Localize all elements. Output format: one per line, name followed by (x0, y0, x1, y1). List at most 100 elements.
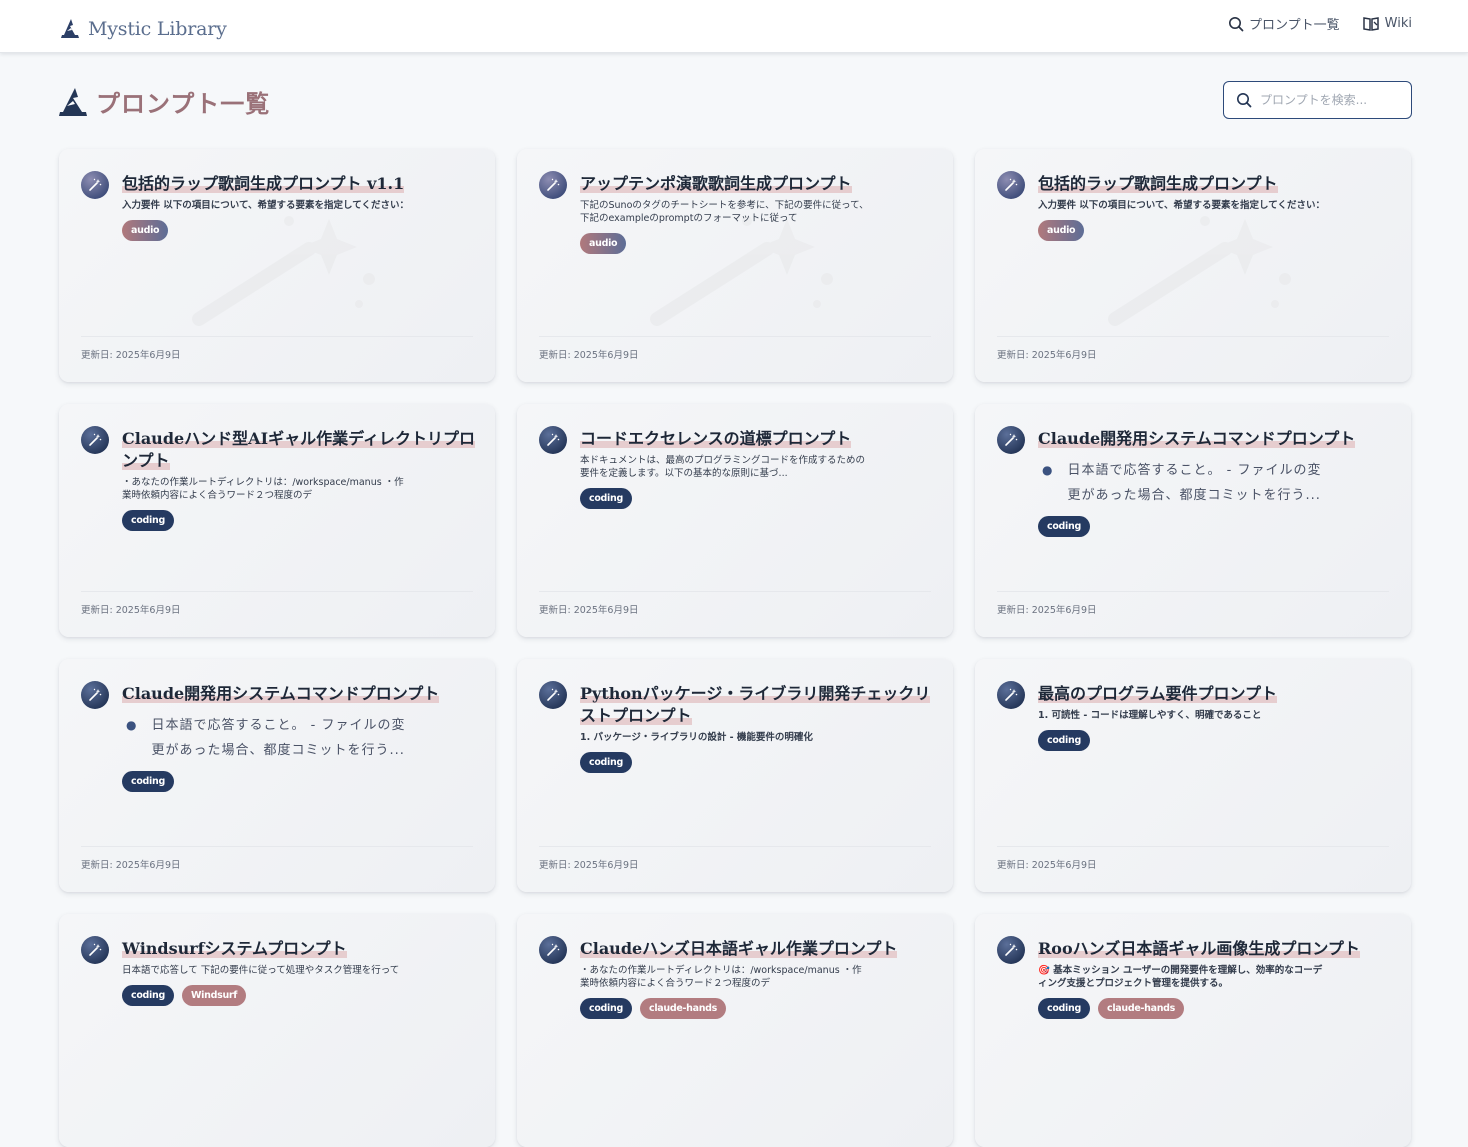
card-wand-badge (539, 681, 567, 709)
card-title[interactable]: Windsurfシステムプロンプト (122, 939, 347, 958)
nav-prompt-list[interactable]: プロンプト一覧 (1228, 14, 1340, 33)
card-description: 1. パッケージ・ライブラリの設計 - 機能要件の明確化 (580, 732, 813, 743)
tag-badge[interactable]: coding (580, 488, 632, 509)
card-wand-badge (997, 936, 1025, 964)
card-updated-date: 更新日: 2025年6月9日 (81, 591, 473, 616)
card-title[interactable]: Claude開発用システムコマンドプロンプト (122, 684, 440, 703)
card-description: 入力要件 以下の項目について、希望する要素を指定してください： (1038, 200, 1325, 211)
card-tags: coding (122, 771, 477, 792)
card-title[interactable]: コードエクセレンスの道標プロンプト (580, 429, 852, 448)
card-title[interactable]: Pythonパッケージ・ライブラリ開発チェックリストプロンプト (580, 684, 931, 725)
card-tags: coding claude-hands (1038, 998, 1393, 1019)
tag-badge[interactable]: coding (1038, 730, 1090, 751)
prompt-card[interactable]: Windsurfシステムプロンプト日本語で応答して 下記の要件に従って処理やタス… (59, 914, 495, 1147)
tag-badge[interactable]: claude-hands (1097, 998, 1185, 1019)
card-description: 下記のSunoのタグのチートシートを参考に、下記の要件に従って、下記のexamp… (580, 200, 869, 224)
card-title[interactable]: 最高のプログラム要件プロンプト (1038, 684, 1278, 703)
prompt-card[interactable]: アップテンポ演歌歌詞生成プロンプト下記のSunoのタグのチートシートを参考に、下… (517, 149, 953, 382)
card-body: Windsurfシステムプロンプト日本語で応答して 下記の要件に従って処理やタス… (122, 938, 477, 1006)
card-description: 1. 可読性 - コードは理解しやすく、明確であること (1038, 710, 1262, 721)
card-body: Claudeハンズ日本語ギャル作業プロンプト ・あなたの作業ルートディレクトリは：… (580, 938, 935, 1019)
magic-wand-icon (547, 688, 560, 701)
card-description: ● 日本語で応答すること。 - ファイルの変更があった場合、都度コミットを行う..… (122, 713, 412, 763)
magic-wand-icon (547, 178, 560, 191)
nav-wiki[interactable]: Wiki (1362, 16, 1412, 32)
tag-badge[interactable]: coding (122, 510, 174, 531)
card-title[interactable]: Claude開発用システムコマンドプロンプト (1038, 429, 1356, 448)
magic-wand-icon (89, 178, 102, 191)
card-wand-badge (539, 426, 567, 454)
page-heading: プロンプト一覧 (58, 84, 270, 119)
card-tags: coding (580, 752, 935, 773)
card-title[interactable]: 包括的ラップ歌詞生成プロンプト (1038, 174, 1278, 193)
prompt-card[interactable]: 最高のプログラム要件プロンプト 1. 可読性 - コードは理解しやすく、明確である… (975, 659, 1411, 892)
search-icon (1229, 16, 1244, 31)
wizard-hat-icon (59, 87, 87, 116)
card-wand-badge (81, 426, 109, 454)
tag-badge[interactable]: audio (1038, 220, 1085, 241)
card-description: ● 日本語で応答すること。 - ファイルの変更があった場合、都度コミットを行う..… (1038, 458, 1328, 508)
magic-wand-icon (1005, 688, 1018, 701)
card-title[interactable]: Rooハンズ日本語ギャル画像生成プロンプト (1038, 939, 1360, 958)
magic-wand-icon (89, 688, 102, 701)
card-tags: coding Windsurf (122, 985, 477, 1006)
card-updated-date: 更新日: 2025年6月9日 (81, 336, 473, 361)
card-body: コードエクセレンスの道標プロンプト 本ドキュメントは、最高のプログラミングコードを… (580, 428, 935, 509)
prompt-search-box[interactable] (1223, 81, 1412, 119)
card-description: 日本語で応答して 下記の要件に従って処理やタスク管理を行って (122, 965, 400, 976)
brand-name: Mystic Library (88, 18, 227, 40)
nav-wiki-label: Wiki (1384, 16, 1412, 31)
card-description: 🎯 基本ミッション ユーザーの開発要件を理解し、効率的なコーディング支援とプロジ… (1038, 965, 1323, 989)
card-wand-badge (539, 171, 567, 199)
top-navbar: Mystic Library プロンプト一覧 Wiki (0, 0, 1468, 53)
card-updated-date: 更新日: 2025年6月9日 (81, 846, 473, 871)
magic-wand-icon (89, 433, 102, 446)
tag-badge[interactable]: coding (122, 771, 174, 792)
prompt-card[interactable]: 包括的ラップ歌詞生成プロンプト v1.1 入力要件 以下の項目について、希望する要… (59, 149, 495, 382)
tag-badge[interactable]: coding (1038, 998, 1090, 1019)
prompt-card[interactable]: Claude開発用システムコマンドプロンプト ● 日本語で応答すること。 - ファイ… (975, 404, 1411, 637)
card-tags: audio (580, 233, 935, 254)
card-updated-date: 更新日: 2025年6月9日 (997, 336, 1389, 361)
card-tags: coding (580, 488, 935, 509)
brand-logo-link[interactable]: Mystic Library (58, 7, 227, 41)
magic-wand-icon (547, 943, 560, 956)
bullet-dot-icon: ● (126, 718, 138, 732)
nav-prompt-list-label: プロンプト一覧 (1249, 18, 1340, 33)
prompt-card[interactable]: 包括的ラップ歌詞生成プロンプト入力要件 以下の項目について、希望する要素を指定し… (975, 149, 1411, 382)
card-body: Claude開発用システムコマンドプロンプト ● 日本語で応答すること。 - ファイ… (1038, 428, 1393, 537)
tag-badge[interactable]: claude-hands (639, 998, 727, 1019)
card-title[interactable]: 包括的ラップ歌詞生成プロンプト v1.1 (122, 174, 405, 193)
book-icon (1362, 16, 1379, 31)
card-description: 入力要件 以下の項目について、希望する要素を指定してください： (122, 200, 409, 211)
tag-badge[interactable]: coding (580, 752, 632, 773)
card-updated-date: 更新日: 2025年6月9日 (539, 846, 931, 871)
card-tags: coding claude-hands (580, 998, 935, 1019)
card-body: Claudeハンド型AIギャル作業ディレクトリプロンプト・あなたの作業ルートディ… (122, 428, 477, 531)
prompt-card[interactable]: Claude開発用システムコマンドプロンプト ● 日本語で応答すること。 - ファイ… (59, 659, 495, 892)
card-title[interactable]: Claudeハンド型AIギャル作業ディレクトリプロンプト (122, 429, 475, 470)
prompt-card[interactable]: Claudeハンド型AIギャル作業ディレクトリプロンプト・あなたの作業ルートディ… (59, 404, 495, 637)
tag-badge[interactable]: coding (1038, 516, 1090, 537)
prompt-card[interactable]: Pythonパッケージ・ライブラリ開発チェックリストプロンプト 1. パッケージ・… (517, 659, 953, 892)
card-title[interactable]: Claudeハンズ日本語ギャル作業プロンプト (580, 939, 898, 958)
bullet-dot-icon: ● (1042, 463, 1054, 477)
main-nav: プロンプト一覧 Wiki (1228, 14, 1412, 33)
tag-badge[interactable]: audio (580, 233, 627, 254)
prompt-card[interactable]: Claudeハンズ日本語ギャル作業プロンプト ・あなたの作業ルートディレクトリは：… (517, 914, 953, 1147)
card-updated-date: 更新日: 2025年6月9日 (997, 591, 1389, 616)
card-description: ・あなたの作業ルートディレクトリは：/workspace/manus ・作業時依… (122, 477, 404, 501)
tag-badge[interactable]: Windsurf (181, 985, 247, 1006)
prompt-card[interactable]: コードエクセレンスの道標プロンプト 本ドキュメントは、最高のプログラミングコードを… (517, 404, 953, 637)
card-body: Claude開発用システムコマンドプロンプト ● 日本語で応答すること。 - ファイ… (122, 683, 477, 792)
card-title[interactable]: アップテンポ演歌歌詞生成プロンプト (580, 174, 852, 193)
card-updated-date: 更新日: 2025年6月9日 (539, 591, 931, 616)
search-icon (1237, 93, 1252, 108)
prompt-search-input[interactable] (1260, 93, 1400, 107)
tag-badge[interactable]: audio (122, 220, 169, 241)
card-tags: coding (1038, 516, 1393, 537)
card-description-text: 日本語で応答すること。 - ファイルの変更があった場合、都度コミットを行う... (151, 718, 406, 758)
tag-badge[interactable]: coding (580, 998, 632, 1019)
prompt-card[interactable]: Rooハンズ日本語ギャル画像生成プロンプト 🎯 基本ミッション ユーザーの開発要件… (975, 914, 1411, 1147)
tag-badge[interactable]: coding (122, 985, 174, 1006)
